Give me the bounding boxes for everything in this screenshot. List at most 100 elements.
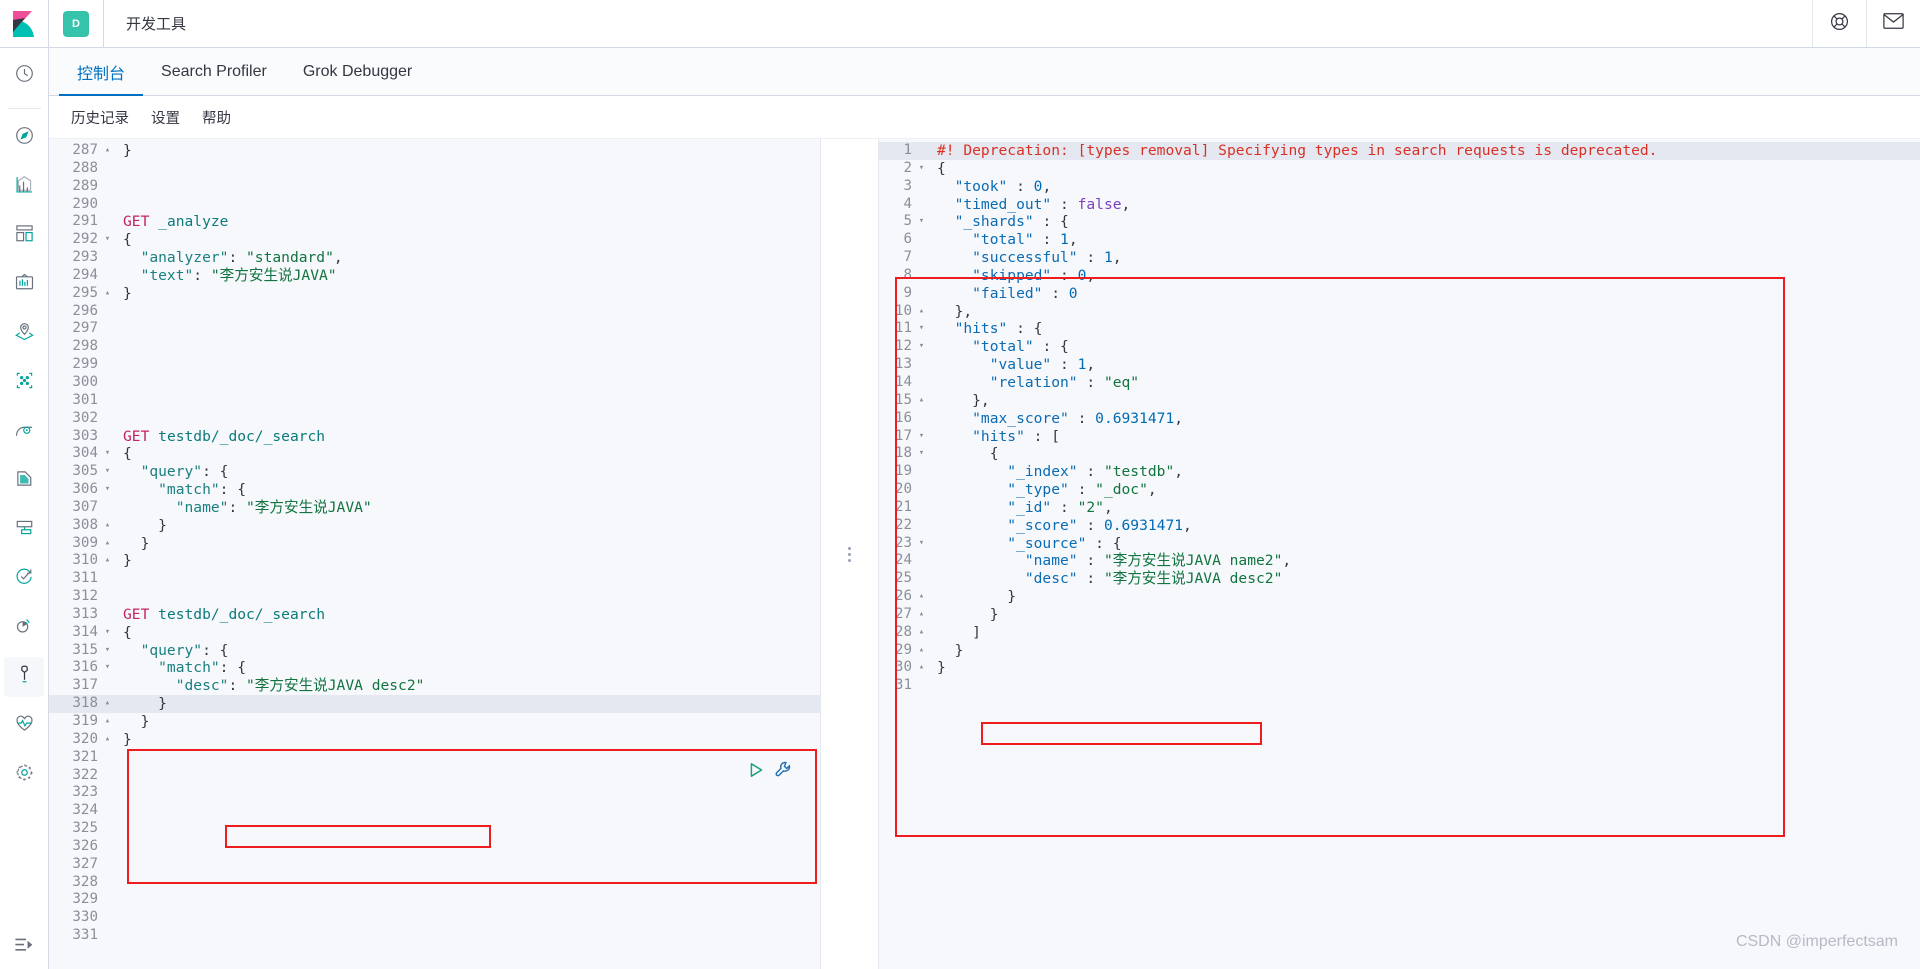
sidebar-item-monitoring[interactable] <box>4 706 44 746</box>
editor-line[interactable]: 299 <box>49 356 820 374</box>
editor-line[interactable]: 309 ▴ } <box>49 535 820 553</box>
fold-toggle-icon[interactable]: ▴ <box>101 285 114 303</box>
editor-line[interactable]: 19 "_index" : "testdb", <box>879 463 1920 481</box>
sidebar-item-infrastructure[interactable] <box>4 412 44 452</box>
sidebar-item-visualize[interactable] <box>4 167 44 207</box>
sidebar-item-uptime[interactable] <box>4 559 44 599</box>
editor-line[interactable]: 22 "_score" : 0.6931471, <box>879 517 1920 535</box>
editor-line[interactable]: 322 <box>49 767 820 785</box>
editor-line[interactable]: 303 GET testdb/_doc/_search <box>49 428 820 446</box>
subnav-item-history[interactable]: 历史记录 <box>71 107 129 128</box>
console-request-editor[interactable]: 287 ▴} 288 289 290 291 GET _analyze 292 ▾{293 "a… <box>49 139 820 969</box>
editor-line[interactable]: 8 "skipped" : 0, <box>879 267 1920 285</box>
fold-toggle-icon[interactable]: ▾ <box>101 463 114 481</box>
fold-toggle-icon[interactable]: ▾ <box>101 624 114 642</box>
editor-line[interactable]: 307 "name": "李方安生说JAVA" <box>49 499 820 517</box>
sidebar-item-recently-viewed[interactable] <box>4 56 44 96</box>
editor-line[interactable]: 9 "failed" : 0 <box>879 285 1920 303</box>
editor-line[interactable]: 12 ▾ "total" : { <box>879 338 1920 356</box>
editor-line[interactable]: 311 <box>49 570 820 588</box>
editor-line[interactable]: 10 ▴ }, <box>879 303 1920 321</box>
mail-button[interactable] <box>1866 0 1920 47</box>
fold-toggle-icon[interactable]: ▾ <box>915 160 928 178</box>
editor-line[interactable]: 329 <box>49 891 820 909</box>
editor-line[interactable]: 27 ▴ } <box>879 606 1920 624</box>
tab-grok-debugger[interactable]: Grok Debugger <box>285 49 430 96</box>
editor-line[interactable]: 23 ▾ "_source" : { <box>879 535 1920 553</box>
sidebar-item-discover[interactable] <box>4 118 44 158</box>
editor-line[interactable]: 1 #! Deprecation: [types removal] Specify… <box>879 142 1920 160</box>
fold-toggle-icon[interactable]: ▴ <box>915 606 928 624</box>
wrench-icon[interactable] <box>775 761 792 783</box>
editor-line[interactable]: 2 ▾ { <box>879 160 1920 178</box>
editor-line[interactable]: 3 "took" : 0, <box>879 178 1920 196</box>
fold-toggle-icon[interactable]: ▴ <box>915 392 928 410</box>
fold-toggle-icon[interactable]: ▾ <box>101 445 114 463</box>
editor-line[interactable]: 4 "timed_out" : false, <box>879 196 1920 214</box>
editor-line[interactable]: 30 ▴} <box>879 659 1920 677</box>
editor-line[interactable]: 315 ▾ "query": { <box>49 642 820 660</box>
editor-line[interactable]: 310 ▴} <box>49 552 820 570</box>
editor-line[interactable]: 302 <box>49 410 820 428</box>
editor-line[interactable]: 21 "_id" : "2", <box>879 499 1920 517</box>
editor-line[interactable]: 26 ▴ } <box>879 588 1920 606</box>
editor-line[interactable]: 319 ▴ } <box>49 713 820 731</box>
editor-line[interactable]: 297 <box>49 320 820 338</box>
fold-toggle-icon[interactable]: ▾ <box>915 213 928 231</box>
fold-toggle-icon[interactable]: ▾ <box>915 445 928 463</box>
editor-line[interactable]: 11 ▾ "hits" : { <box>879 320 1920 338</box>
sidebar-item-apm[interactable] <box>4 510 44 550</box>
space-selector-button[interactable]: D <box>49 0 104 47</box>
editor-line[interactable]: 300 <box>49 374 820 392</box>
fold-toggle-icon[interactable]: ▾ <box>101 659 114 677</box>
sidebar-item-machine-learning[interactable] <box>4 363 44 403</box>
editor-line[interactable]: 328 <box>49 874 820 892</box>
sidebar-item-dashboard[interactable] <box>4 216 44 256</box>
tab-search-profiler[interactable]: Search Profiler <box>143 49 285 96</box>
editor-line[interactable]: 318 ▴ } <box>49 695 820 713</box>
help-button[interactable] <box>1812 0 1866 47</box>
editor-line[interactable]: 298 <box>49 338 820 356</box>
editor-line[interactable]: 295 ▴} <box>49 285 820 303</box>
fold-toggle-icon[interactable]: ▾ <box>915 535 928 553</box>
fold-toggle-icon[interactable]: ▾ <box>101 481 114 499</box>
play-request-icon[interactable] <box>749 762 764 783</box>
editor-line[interactable]: 25 "desc" : "李方安生说JAVA desc2" <box>879 570 1920 588</box>
kibana-logo-button[interactable] <box>0 0 49 47</box>
fold-toggle-icon[interactable]: ▴ <box>915 303 928 321</box>
collapse-nav-button[interactable] <box>0 936 48 959</box>
subnav-item-help[interactable]: 帮助 <box>202 107 231 128</box>
fold-toggle-icon[interactable]: ▴ <box>101 517 114 535</box>
editor-line[interactable]: 14 "relation" : "eq" <box>879 374 1920 392</box>
editor-line[interactable]: 5 ▾ "_shards" : { <box>879 213 1920 231</box>
editor-line[interactable]: 288 <box>49 160 820 178</box>
editor-line[interactable]: 18 ▾ { <box>879 445 1920 463</box>
editor-line[interactable]: 31 <box>879 677 1920 695</box>
editor-line[interactable]: 320 ▴} <box>49 731 820 749</box>
editor-line[interactable]: 13 "value" : 1, <box>879 356 1920 374</box>
fold-toggle-icon[interactable]: ▴ <box>101 731 114 749</box>
editor-line[interactable]: 289 <box>49 178 820 196</box>
editor-line[interactable]: 305 ▾ "query": { <box>49 463 820 481</box>
fold-toggle-icon[interactable]: ▴ <box>915 642 928 660</box>
sidebar-item-maps[interactable] <box>4 314 44 354</box>
subnav-item-settings[interactable]: 设置 <box>151 107 180 128</box>
fold-toggle-icon[interactable]: ▴ <box>915 588 928 606</box>
editor-line[interactable]: 314 ▾ { <box>49 624 820 642</box>
editor-line[interactable]: 331 <box>49 927 820 945</box>
fold-toggle-icon[interactable]: ▾ <box>915 428 928 446</box>
editor-line[interactable]: 28 ▴ ] <box>879 624 1920 642</box>
sidebar-item-canvas[interactable] <box>4 265 44 305</box>
fold-toggle-icon[interactable]: ▾ <box>101 231 114 249</box>
editor-line[interactable]: 15 ▴ }, <box>879 392 1920 410</box>
editor-line[interactable]: 24 "name" : "李方安生说JAVA name2", <box>879 552 1920 570</box>
editor-line[interactable]: 317 "desc": "李方安生说JAVA desc2" <box>49 677 820 695</box>
editor-line[interactable]: 316 ▾ "match": { <box>49 659 820 677</box>
fold-toggle-icon[interactable]: ▴ <box>101 535 114 553</box>
editor-line[interactable]: 325 <box>49 820 820 838</box>
pane-resize-handle[interactable] <box>820 139 879 969</box>
editor-line[interactable]: 312 <box>49 588 820 606</box>
sidebar-item-logs[interactable] <box>4 461 44 501</box>
editor-line[interactable]: 327 <box>49 856 820 874</box>
editor-line[interactable]: 16 "max_score" : 0.6931471, <box>879 410 1920 428</box>
